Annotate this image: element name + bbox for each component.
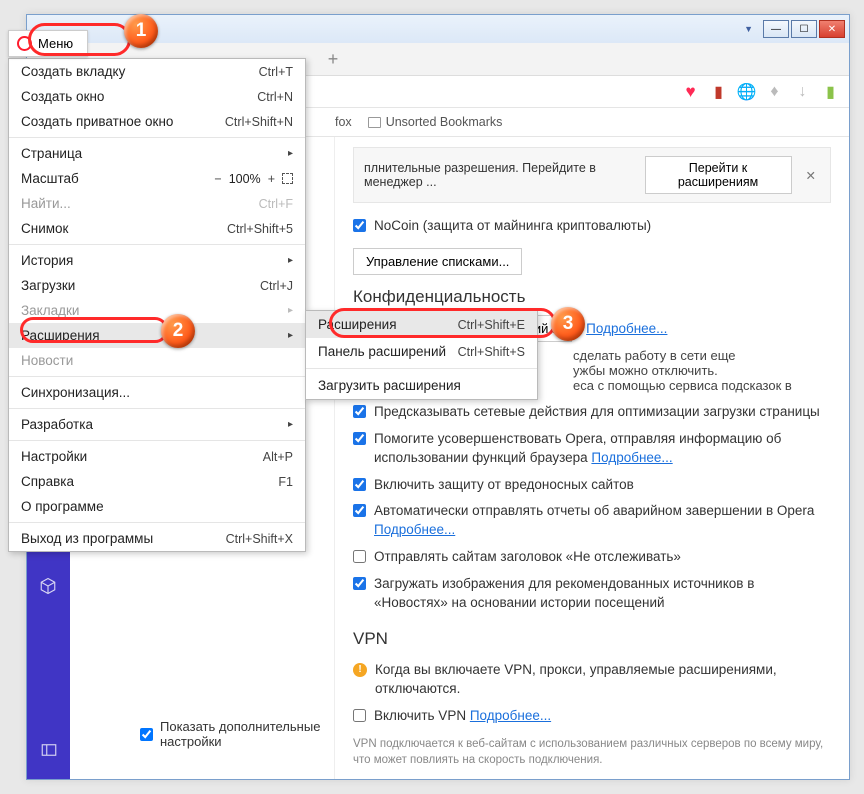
notice-text: плнительные разрешения. Перейдите в мене… bbox=[364, 161, 635, 189]
zoom-in-button[interactable]: + bbox=[268, 172, 275, 186]
opera-icon bbox=[17, 36, 32, 51]
show-advanced-checkbox[interactable]: Показать дополнительные настройки bbox=[140, 719, 334, 749]
privacy-more-link[interactable]: Подробнее... bbox=[586, 321, 667, 336]
badge-2: 2 bbox=[161, 314, 195, 348]
menu-exit[interactable]: Выход из программыCtrl+Shift+X bbox=[9, 526, 305, 551]
nocoin-checkbox[interactable]: NoCoin (защита от майнинга криптовалюты) bbox=[353, 213, 831, 240]
go-to-extensions-button[interactable]: Перейти к расширениям bbox=[645, 156, 792, 194]
predict-checkbox[interactable]: Предсказывать сетевые действия для оптим… bbox=[353, 399, 831, 426]
menu-new-window[interactable]: Создать окноCtrl+N bbox=[9, 84, 305, 109]
sidebar-toggle-icon[interactable]: ▮ bbox=[710, 83, 727, 100]
menu-extensions[interactable]: Расширения▸ bbox=[9, 323, 305, 348]
dnt-checkbox[interactable]: Отправлять сайтам заголовок «Не отслежив… bbox=[353, 544, 831, 571]
crash-checkbox[interactable]: Автоматически отправлять отчеты об авари… bbox=[353, 498, 831, 544]
globe-icon[interactable]: 🌐 bbox=[738, 83, 755, 100]
download-icon[interactable]: ↓ bbox=[794, 83, 811, 100]
more-link[interactable]: Подробнее... bbox=[591, 450, 672, 465]
submenu-panel[interactable]: Панель расширенийCtrl+Shift+S bbox=[306, 338, 537, 365]
menu-button[interactable]: Меню bbox=[8, 30, 88, 57]
menu-news[interactable]: Новости bbox=[9, 348, 305, 373]
menu-settings[interactable]: НастройкиAlt+P bbox=[9, 444, 305, 469]
dropdown-icon[interactable]: ▼ bbox=[744, 24, 753, 34]
fullscreen-icon[interactable] bbox=[282, 173, 293, 184]
manage-lists-button[interactable]: Управление списками... bbox=[353, 248, 522, 275]
maximize-button[interactable]: ☐ bbox=[791, 20, 817, 38]
extensions-submenu: РасширенияCtrl+Shift+E Панель расширений… bbox=[305, 310, 538, 400]
extension-notice: плнительные разрешения. Перейдите в мене… bbox=[353, 147, 831, 203]
heart-icon[interactable]: ♥ bbox=[682, 83, 699, 100]
close-button[interactable]: ✕ bbox=[819, 20, 845, 38]
menu-new-tab[interactable]: Создать вкладкуCtrl+T bbox=[9, 59, 305, 84]
menu-about[interactable]: О программе bbox=[9, 494, 305, 519]
warning-icon: ! bbox=[353, 663, 367, 677]
badge-1: 1 bbox=[124, 14, 158, 48]
android-icon[interactable]: ▮ bbox=[822, 83, 839, 100]
menu-page[interactable]: Страница▸ bbox=[9, 141, 305, 166]
more-link[interactable]: Подробнее... bbox=[374, 522, 455, 537]
menu-new-private[interactable]: Создать приватное окноCtrl+Shift+N bbox=[9, 109, 305, 134]
menu-bookmarks[interactable]: Закладки▸ bbox=[9, 298, 305, 323]
menu-history[interactable]: История▸ bbox=[9, 248, 305, 273]
settings-main: плнительные разрешения. Перейдите в мене… bbox=[335, 137, 849, 779]
shield-icon[interactable]: ♦ bbox=[766, 83, 783, 100]
bookmark-folder[interactable]: fox bbox=[327, 115, 360, 129]
submenu-load[interactable]: Загрузить расширения bbox=[306, 372, 537, 399]
menu-sync[interactable]: Синхронизация... bbox=[9, 380, 305, 405]
folder-icon bbox=[368, 117, 381, 128]
menu-downloads[interactable]: ЗагрузкиCtrl+J bbox=[9, 273, 305, 298]
minimize-button[interactable]: — bbox=[763, 20, 789, 38]
panel-icon[interactable] bbox=[40, 741, 58, 759]
news-img-checkbox[interactable]: Загружать изображения для рекомендованны… bbox=[353, 571, 831, 617]
vpn-warning: !Когда вы включаете VPN, прокси, управля… bbox=[353, 657, 831, 703]
badge-3: 3 bbox=[551, 307, 585, 341]
submenu-extensions[interactable]: РасширенияCtrl+Shift+E bbox=[306, 311, 537, 338]
menu-find: Найти...Ctrl+F bbox=[9, 191, 305, 216]
menu-develop[interactable]: Разработка▸ bbox=[9, 412, 305, 437]
bookmark-folder[interactable]: Unsorted Bookmarks bbox=[360, 115, 511, 129]
vpn-enable-checkbox[interactable]: Включить VPN Подробнее... bbox=[353, 703, 831, 730]
vpn-heading: VPN bbox=[353, 629, 831, 649]
menu-snapshot[interactable]: СнимокCtrl+Shift+5 bbox=[9, 216, 305, 241]
malware-checkbox[interactable]: Включить защиту от вредоносных сайтов bbox=[353, 472, 831, 499]
close-notice-icon[interactable]: ✕ bbox=[802, 168, 820, 183]
help-improve-checkbox[interactable]: Помогите усовершенствовать Opera, отправ… bbox=[353, 426, 831, 472]
new-tab-button[interactable]: + bbox=[323, 49, 343, 69]
zoom-out-button[interactable]: − bbox=[214, 172, 221, 186]
main-menu: Создать вкладкуCtrl+T Создать окноCtrl+N… bbox=[8, 58, 306, 552]
menu-help[interactable]: СправкаF1 bbox=[9, 469, 305, 494]
cube-icon[interactable] bbox=[39, 577, 57, 595]
menu-zoom: Масштаб − 100% + bbox=[9, 166, 305, 191]
privacy-heading: Конфиденциальность bbox=[353, 287, 831, 307]
vpn-note: VPN подключается к веб-сайтам с использо… bbox=[353, 736, 831, 768]
more-link[interactable]: Подробнее... bbox=[470, 708, 551, 723]
